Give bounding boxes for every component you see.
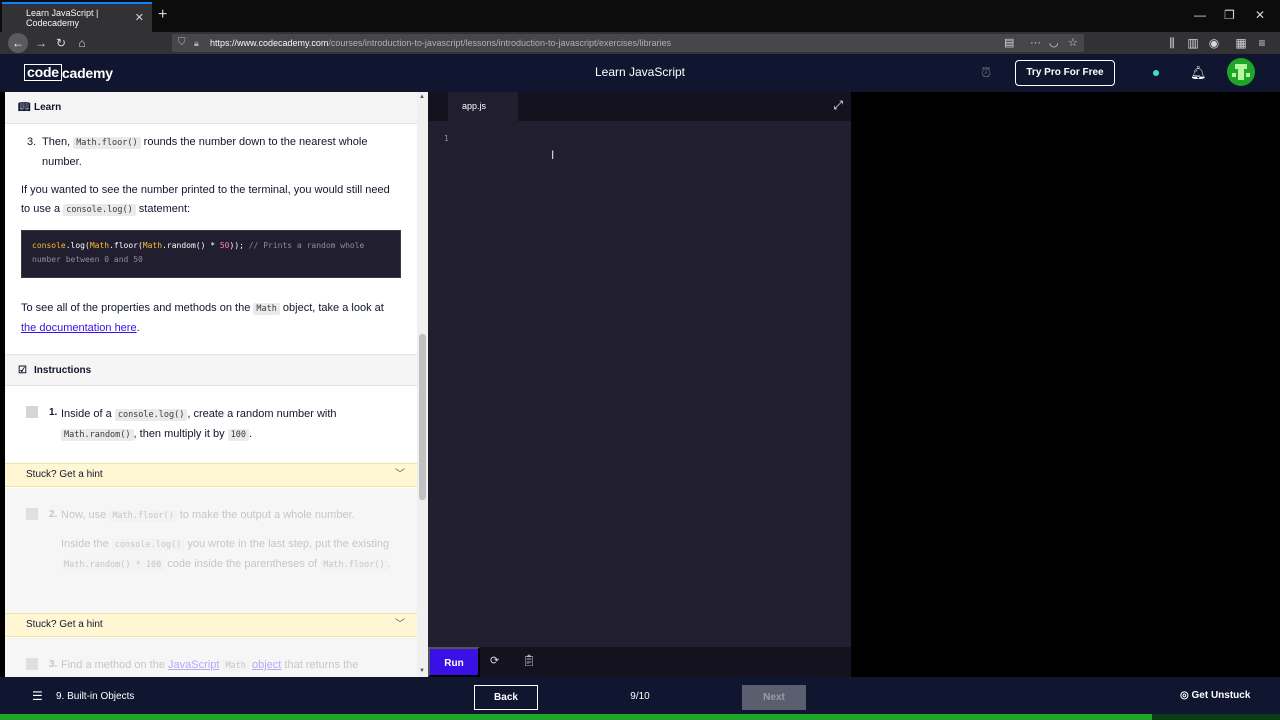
reset-icon[interactable]: ⟳ <box>490 654 499 667</box>
task-3-text: Find a method on the JavaScript Math obj… <box>61 659 359 672</box>
window-close-icon[interactable]: ✕ <box>1255 8 1265 22</box>
inline-code: Math <box>253 303 280 315</box>
avatar[interactable] <box>1227 58 1255 86</box>
page-title: Learn JavaScript <box>594 65 686 79</box>
learn-section-header[interactable]: 📖︎ Learn <box>5 92 417 124</box>
editor-tabs: app.js ⤢ <box>428 92 851 121</box>
logo-code: code <box>24 64 62 81</box>
instructions-section-header[interactable]: ☑ Instructions <box>5 354 417 386</box>
chevron-down-icon: ﹀ <box>395 619 405 630</box>
more-icon[interactable]: ··· <box>1030 34 1041 52</box>
unit-title[interactable]: 9. Built-in Objects <box>56 691 134 702</box>
scroll-up-icon[interactable]: ▲ <box>419 94 425 100</box>
url-host: https://www.codecademy.com <box>210 38 329 48</box>
paragraph-math-docs: To see all of the properties and methods… <box>21 302 384 334</box>
progress-bar <box>0 714 1152 720</box>
clipboard-icon[interactable]: 📋︎ <box>522 654 536 667</box>
text-cursor-icon: I <box>551 148 555 162</box>
documentation-link[interactable]: the documentation here <box>21 322 137 334</box>
status-dot <box>1153 70 1159 76</box>
step-3-item: 3. Then, Math.floor() rounds the number … <box>27 133 387 172</box>
lesson-pane: 📖︎ Learn 3. Then, Math.floor() rounds th… <box>5 92 417 677</box>
scrollbar-thumb[interactable] <box>419 334 426 500</box>
extension-icon[interactable]: ▦ <box>1232 34 1250 52</box>
learn-heading: Learn <box>34 102 62 113</box>
task-3-checkbox[interactable] <box>26 658 38 670</box>
chevron-down-icon: ﹀ <box>395 469 405 480</box>
reader-view-icon[interactable]: ▤ <box>1004 34 1014 52</box>
url-path: /courses/introduction-to-javascript/less… <box>328 38 672 48</box>
task-2-number: 2. <box>49 509 58 520</box>
home-icon[interactable]: ⌂ <box>73 34 91 52</box>
lifebuoy-icon: ◎ <box>1180 690 1192 701</box>
browser-tab[interactable]: Learn JavaScript | Codecademy ✕ <box>2 2 152 32</box>
editor-toolbar: Run ⟳ 📋︎ <box>428 647 851 677</box>
pocket-icon[interactable]: ◡ <box>1049 34 1059 52</box>
back-button[interactable]: Back <box>474 685 538 710</box>
menu-icon[interactable]: ☰ <box>32 689 43 703</box>
reload-icon[interactable]: ↻ <box>52 34 70 52</box>
account-icon[interactable]: ◉ <box>1205 34 1223 52</box>
url-bar[interactable]: ⛉ 🔒︎ https://www.codecademy.com/courses/… <box>172 34 1084 52</box>
line-number: 1 <box>444 134 449 143</box>
get-unstuck-button[interactable]: ◎ Get Unstuck <box>1180 690 1250 701</box>
forward-arrow-icon[interactable]: → <box>32 34 50 52</box>
task-3-number: 3. <box>49 659 58 670</box>
code-example-block: console.log(Math.floor(Math.random() * 5… <box>21 230 401 278</box>
hint-toggle-1[interactable]: Stuck? Get a hint ﹀ <box>5 463 417 487</box>
task-2-text: Now, use Math.floor() to make the output… <box>61 509 355 522</box>
javascript-math-link[interactable]: JavaScript <box>168 659 219 671</box>
task-2-detail: Inside the console.log() you wrote in th… <box>61 538 391 571</box>
book-icon: 📖︎ <box>18 102 31 113</box>
hint-label: Stuck? Get a hint <box>26 469 103 480</box>
terminal-pane[interactable] <box>851 92 1280 677</box>
back-arrow-icon[interactable]: ← <box>8 33 28 53</box>
paragraph-console-log: If you wanted to see the number printed … <box>21 184 390 216</box>
bookmark-star-icon[interactable]: ☆ <box>1068 34 1078 52</box>
shield-icon: ⛉ <box>178 37 186 48</box>
minimize-icon[interactable]: — <box>1194 8 1206 22</box>
file-tab-app-js[interactable]: app.js <box>448 92 518 121</box>
site-header: code cademy Learn JavaScript ⏰︎ Try Pro F… <box>0 54 1280 92</box>
logo-cademy: cademy <box>61 64 113 81</box>
codecademy-logo[interactable]: code cademy <box>24 64 113 81</box>
tab-title: Learn JavaScript | Codecademy <box>26 8 99 28</box>
inline-code: Math.floor() <box>73 137 141 149</box>
task-1-checkbox[interactable] <box>26 406 38 418</box>
bell-icon[interactable]: 🔔︎ <box>1190 65 1207 81</box>
close-icon[interactable]: ✕ <box>135 11 144 24</box>
task-1-text: Inside of a console.log(), create a rand… <box>61 408 337 441</box>
hint-label: Stuck? Get a hint <box>26 619 103 630</box>
plus-icon[interactable]: + <box>158 6 167 24</box>
lesson-footer: ☰ 9. Built-in Objects Back 9/10 Next ◎ G… <box>0 677 1280 714</box>
lock-icon: 🔒︎ <box>194 38 199 48</box>
code-editor[interactable]: app.js ⤢ 1 I Run ⟳ 📋︎ <box>428 92 851 677</box>
restore-icon[interactable]: ❐ <box>1224 8 1235 22</box>
checkbox-icon: ☑ <box>18 365 27 376</box>
browser-tab-bar: Learn JavaScript | Codecademy ✕ + — ❐ ✕ <box>0 0 1280 32</box>
task-2-checkbox[interactable] <box>26 508 38 520</box>
step-3-number: 3. <box>27 136 37 148</box>
exercise-counter: 9/10 <box>630 691 650 702</box>
hint-toggle-2[interactable]: Stuck? Get a hint ﹀ <box>5 613 417 637</box>
try-pro-button[interactable]: Try Pro For Free <box>1015 60 1115 86</box>
alarm-clock-icon[interactable]: ⏰︎ <box>981 65 991 81</box>
browser-toolbar: ← → ↻ ⌂ ⛉ 🔒︎ https://www.codecademy.com/… <box>0 32 1280 54</box>
library-icon[interactable]: ⫼ <box>1163 34 1181 52</box>
menu-icon[interactable]: ≡ <box>1253 34 1271 52</box>
task-1-number: 1. <box>49 407 58 418</box>
sidebar-icon[interactable]: ▥ <box>1184 34 1202 52</box>
instructions-heading: Instructions <box>34 364 92 376</box>
inline-code: console.log() <box>63 204 136 216</box>
expand-icon[interactable]: ⤢ <box>833 98 843 113</box>
next-button[interactable]: Next <box>742 685 806 710</box>
scroll-down-icon[interactable]: ▼ <box>419 668 425 674</box>
run-button[interactable]: Run <box>428 647 480 677</box>
